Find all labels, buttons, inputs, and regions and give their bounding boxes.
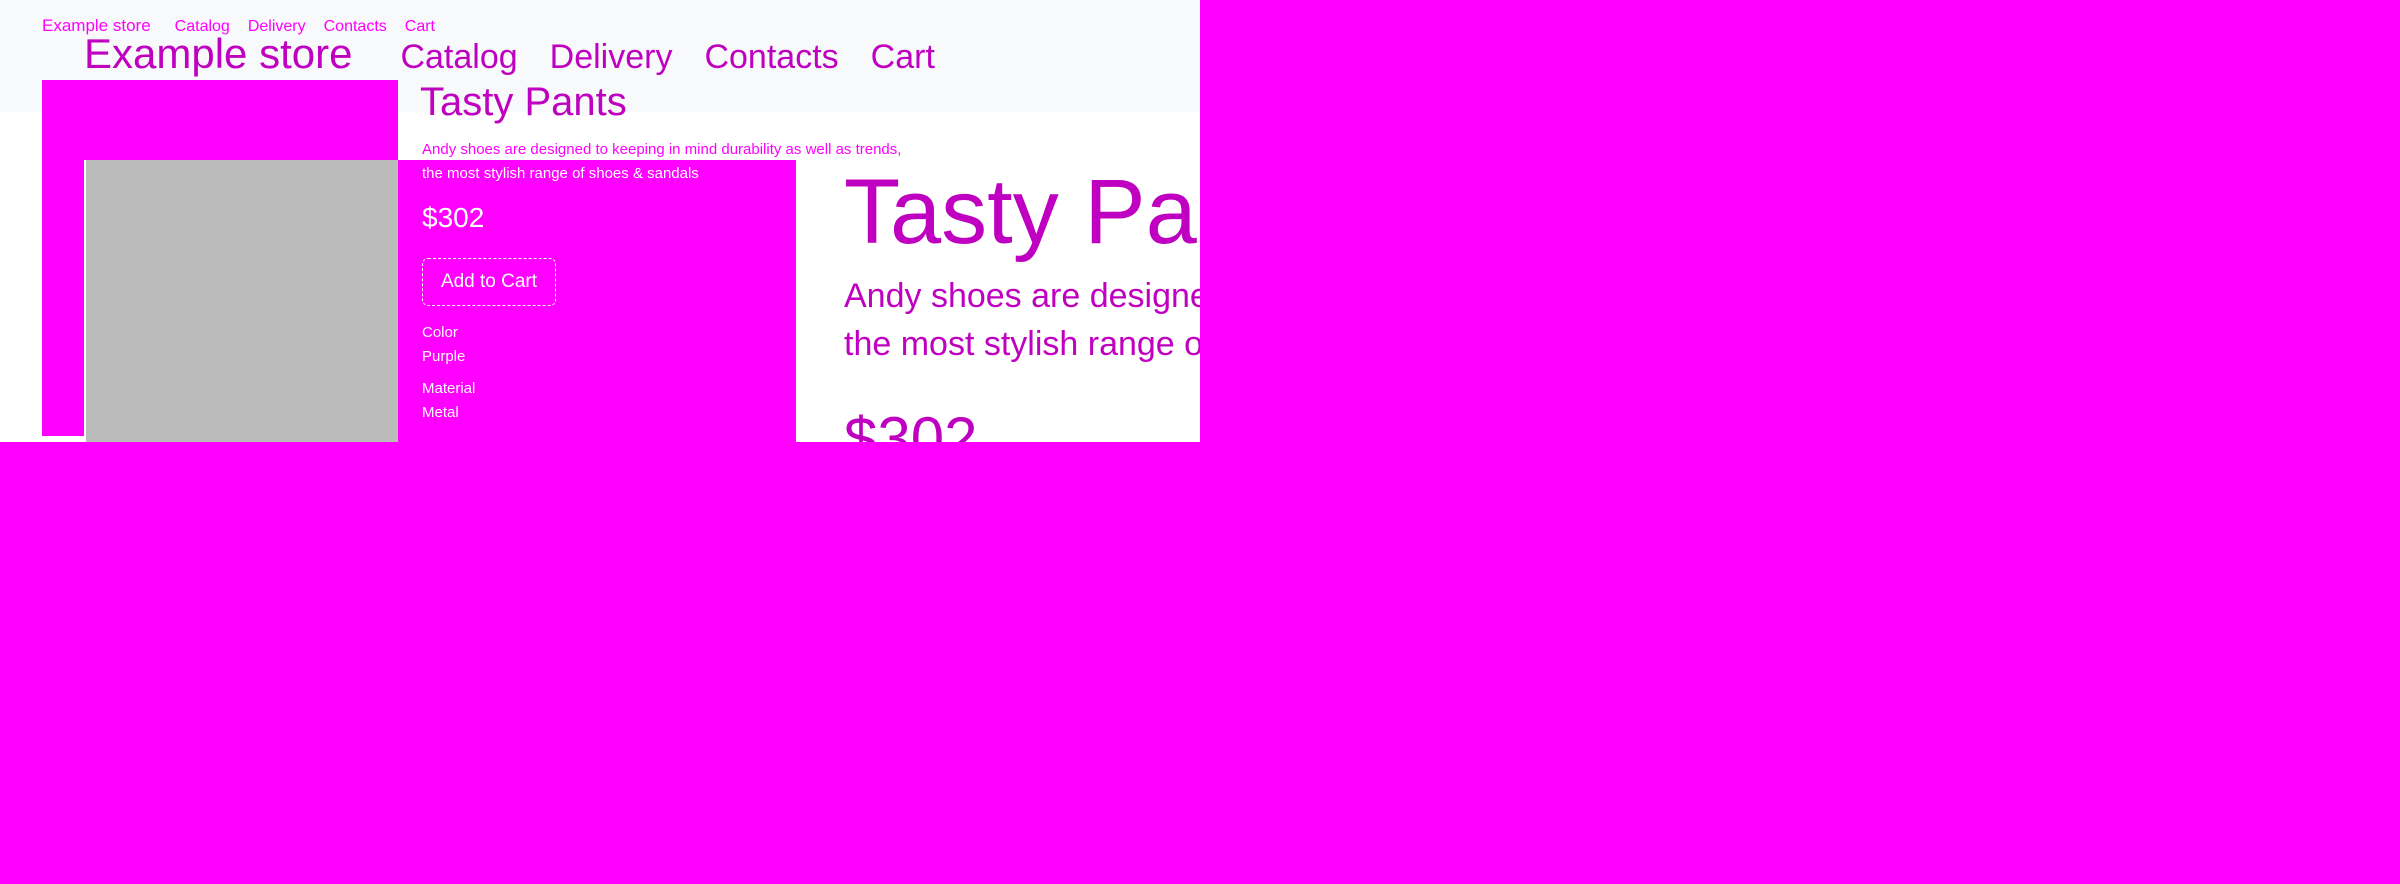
product-price: $302 — [844, 405, 978, 442]
ghost-product-title: Tasty Pants — [420, 80, 627, 124]
nav-link-delivery[interactable]: Delivery — [550, 38, 673, 77]
ghost-color-label: Color — [422, 324, 458, 341]
product-image — [84, 160, 398, 442]
ghost-material-label: Material — [422, 380, 476, 397]
product-description-line-1: Andy shoes are designed — [844, 277, 1200, 315]
ghost-material-value: Metal — [422, 404, 459, 421]
product-description: Andy shoes are designed the most stylish… — [844, 272, 1200, 368]
nav-link-contacts[interactable]: Contacts — [704, 38, 838, 77]
ghost-product-price: $302 — [422, 202, 485, 233]
product-title: Tasty Pants — [844, 161, 1200, 263]
main-navbar: Example store Catalog Delivery Contacts … — [84, 30, 967, 78]
ghost-description-line-1: Andy shoes are designed to keeping in mi… — [422, 141, 902, 158]
brand-link[interactable]: Example store — [84, 30, 352, 78]
product-description-line-2: the most stylish range of — [844, 325, 1200, 363]
nav-link-catalog[interactable]: Catalog — [400, 38, 517, 77]
ghost-add-to-cart-button[interactable]: Add to Cart — [422, 258, 556, 306]
browser-viewport: Example store Catalog Delivery Contacts … — [0, 0, 1200, 442]
nav-link-cart[interactable]: Cart — [871, 38, 935, 77]
ghost-color-value: Purple — [422, 348, 466, 365]
